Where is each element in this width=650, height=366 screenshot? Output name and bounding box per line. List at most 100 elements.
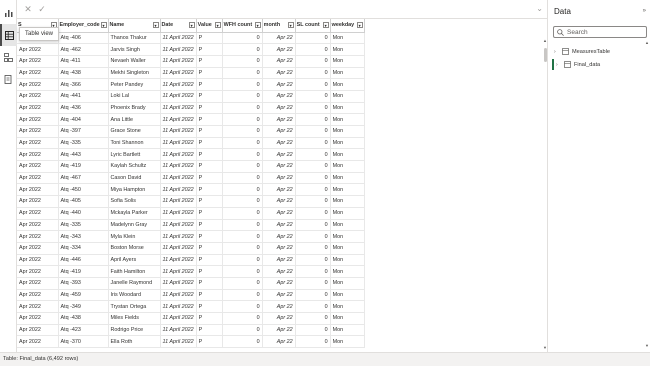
table-cell[interactable]: Atq -467 <box>58 172 109 185</box>
table-cell[interactable]: Atq -423 <box>58 324 109 337</box>
table-view-button[interactable] <box>0 24 17 46</box>
table-cell[interactable]: 0 <box>222 230 263 243</box>
data-search-input[interactable]: Search <box>553 26 647 38</box>
table-cell[interactable]: Trystan Ortega <box>108 300 161 313</box>
table-cell[interactable]: Atq -446 <box>58 254 109 267</box>
table-cell[interactable]: P <box>196 55 223 68</box>
table-cell[interactable]: P <box>196 254 223 267</box>
column-header[interactable]: WFH count ▾ <box>222 19 263 33</box>
table-cell[interactable]: Atq -404 <box>58 113 109 126</box>
table-cell[interactable]: 0 <box>295 113 331 126</box>
table-cell[interactable]: Atq -443 <box>58 148 109 162</box>
table-cell[interactable]: Boston Morse <box>108 242 161 255</box>
table-cell[interactable]: 0 <box>295 265 331 278</box>
table-cell[interactable]: 0 <box>222 312 263 325</box>
table-cell[interactable]: 11 April 2022 <box>160 207 197 220</box>
table-cell[interactable]: 0 <box>295 43 331 56</box>
table-cell[interactable]: 0 <box>295 312 331 325</box>
table-cell[interactable]: Jarvis Singh <box>108 43 161 56</box>
table-cell[interactable]: Mon <box>330 125 365 138</box>
table-cell[interactable]: Atq -334 <box>58 242 109 255</box>
table-row[interactable]: Apr 2022 Atq -440 Mckayla Parker 11 April 2… <box>17 207 365 220</box>
table-cell[interactable]: 0 <box>295 55 331 68</box>
table-cell[interactable]: P <box>196 43 223 56</box>
table-cell[interactable]: Atq -366 <box>58 78 109 91</box>
table-cell[interactable]: 11 April 2022 <box>160 43 197 56</box>
table-cell[interactable]: Apr 22 <box>262 148 296 162</box>
table-cell[interactable]: 11 April 2022 <box>160 219 197 232</box>
table-cell[interactable]: 11 April 2022 <box>160 102 197 115</box>
table-cell[interactable]: Mekhi Singleton <box>108 67 161 80</box>
table-cell[interactable]: Apr 22 <box>262 78 296 91</box>
model-view-button[interactable] <box>0 46 17 68</box>
column-header[interactable]: SL count ▾ <box>295 19 331 33</box>
table-cell[interactable]: Apr 2022 <box>17 125 59 138</box>
table-cell[interactable]: Mon <box>330 242 365 255</box>
table-cell[interactable]: Apr 2022 <box>17 324 59 337</box>
table-cell[interactable]: Apr 22 <box>262 125 296 138</box>
table-cell[interactable]: Apr 2022 <box>17 148 59 162</box>
table-cell[interactable]: Mon <box>330 67 365 80</box>
table-cell[interactable]: 0 <box>295 148 331 162</box>
expand-chevron-icon[interactable]: › <box>554 49 560 55</box>
filter-dropdown-icon[interactable]: ▾ <box>287 22 294 28</box>
table-cell[interactable]: Atq -406 <box>58 32 109 45</box>
table-cell[interactable]: 0 <box>295 160 331 173</box>
table-cell[interactable]: Mon <box>330 43 365 56</box>
table-cell[interactable]: P <box>196 335 223 349</box>
table-row[interactable]: Apr 2022 Atq -462 Jarvis Singh 11 April 202… <box>17 43 365 56</box>
table-cell[interactable]: 11 April 2022 <box>160 113 197 126</box>
table-cell[interactable]: Atq -459 <box>58 289 109 302</box>
table-row[interactable]: Apr 2022 Atq -343 Myla Klein 11 April 2022 P… <box>17 230 365 243</box>
table-cell[interactable]: 0 <box>295 183 331 197</box>
table-cell[interactable]: P <box>196 183 223 197</box>
table-cell[interactable]: Apr 2022 <box>17 300 59 313</box>
table-cell[interactable]: 0 <box>222 160 263 173</box>
collapse-pane-icon[interactable]: » <box>643 8 646 14</box>
table-row[interactable]: Apr 2022Atq -406Thanos Thakur11 April 20… <box>17 32 365 45</box>
table-cell[interactable]: 11 April 2022 <box>160 183 197 197</box>
filter-dropdown-icon[interactable]: ▾ <box>254 22 261 28</box>
table-cell[interactable]: Atq -440 <box>58 207 109 220</box>
table-cell[interactable]: Apr 22 <box>262 289 296 302</box>
table-cell[interactable]: P <box>196 242 223 255</box>
table-cell[interactable]: Apr 22 <box>262 219 296 232</box>
table-row[interactable]: Apr 2022 Atq -397 Grace Stone 11 April 2022… <box>17 125 365 138</box>
table-cell[interactable]: P <box>196 195 223 208</box>
table-cell[interactable]: Mon <box>330 207 365 220</box>
table-row[interactable]: Apr 2022 Atq -366 Peter Pandey 11 April 202… <box>17 78 365 91</box>
table-cell[interactable]: Mon <box>330 335 365 349</box>
table-cell[interactable]: Apr 22 <box>262 183 296 197</box>
table-cell[interactable]: Mon <box>330 265 365 278</box>
table-cell[interactable]: P <box>196 102 223 115</box>
table-cell[interactable]: Atq -343 <box>58 230 109 243</box>
table-cell[interactable]: 0 <box>222 219 263 232</box>
table-cell[interactable]: Apr 2022 <box>17 43 59 56</box>
column-header[interactable]: Name ▾ <box>108 19 161 33</box>
table-cell[interactable]: 11 April 2022 <box>160 300 197 313</box>
table-cell[interactable]: Mon <box>330 195 365 208</box>
table-cell[interactable]: 0 <box>222 265 263 278</box>
table-cell[interactable]: 0 <box>222 300 263 313</box>
table-row[interactable]: Apr 2022 Atq -335 Madelynn Gray 11 April 20… <box>17 219 365 232</box>
table-row[interactable]: Apr 2022 Atq -335 Toni Shannon 11 April 202… <box>17 137 365 150</box>
table-cell[interactable]: 11 April 2022 <box>160 137 197 150</box>
pane-scrollbar[interactable]: ▲ ▼ <box>645 40 650 348</box>
filter-dropdown-icon[interactable]: ▾ <box>100 22 107 28</box>
table-cell[interactable]: April Ayers <box>108 254 161 267</box>
table-cell[interactable]: Mon <box>330 277 365 290</box>
table-cell[interactable]: Apr 22 <box>262 242 296 255</box>
table-cell[interactable]: Peter Pandey <box>108 78 161 91</box>
table-cell[interactable]: Phoenix Brady <box>108 102 161 115</box>
table-cell[interactable]: Apr 22 <box>262 160 296 173</box>
table-cell[interactable]: Mon <box>330 254 365 267</box>
report-view-button[interactable] <box>0 2 17 24</box>
table-cell[interactable]: Atq -419 <box>58 160 109 173</box>
table-cell[interactable]: Mon <box>330 78 365 91</box>
table-cell[interactable]: Mon <box>330 172 365 185</box>
data-grid[interactable]: S ▾ Employer_code ▾ Name ▾ Date ▾ Value ▾ WFH coun… <box>17 19 547 352</box>
table-cell[interactable]: Atq -450 <box>58 183 109 197</box>
table-cell[interactable]: Atq -438 <box>58 67 109 80</box>
table-cell[interactable]: Atq -441 <box>58 90 109 103</box>
filter-dropdown-icon[interactable]: ▾ <box>188 22 195 28</box>
